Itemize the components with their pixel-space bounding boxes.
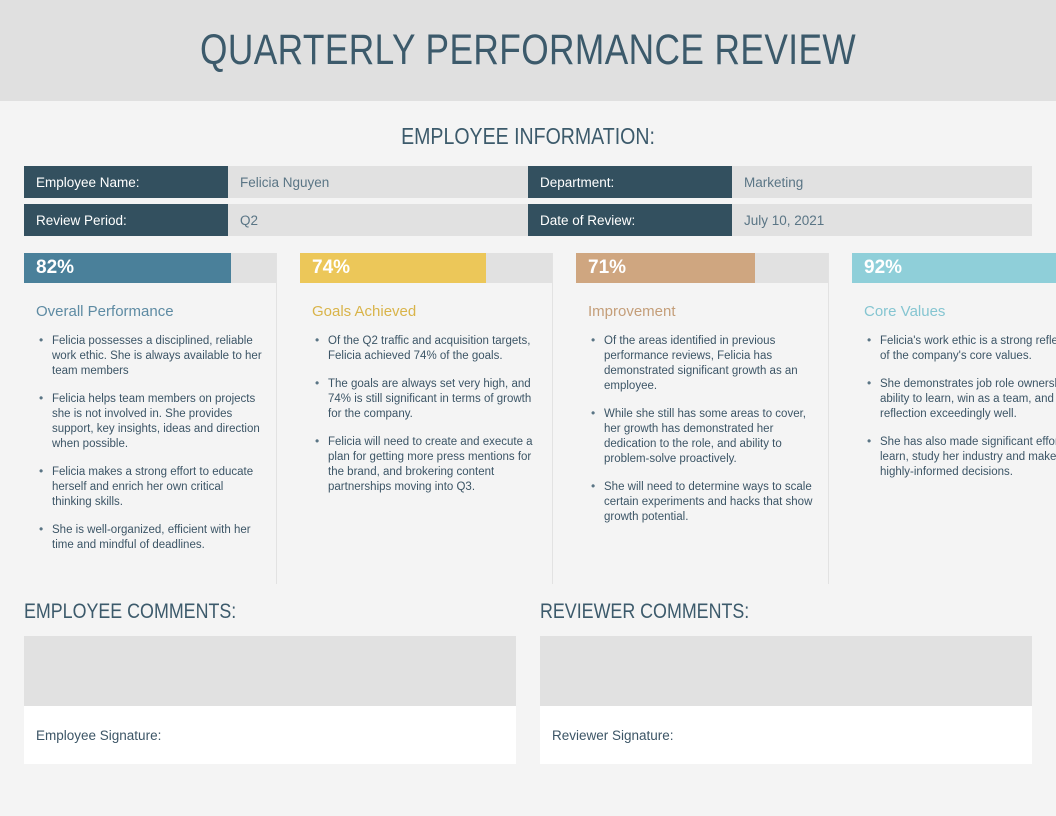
metric-overall-performance: 82% Overall Performance Felicia possesse…	[24, 253, 276, 584]
progress-track-improvement: 71%	[576, 253, 828, 283]
metric-bullets-overall-performance: Felicia possesses a disciplined, reliabl…	[24, 333, 262, 553]
progress-value-overall-performance: 82%	[36, 257, 75, 278]
table-row: Review Period: Q2 Date of Review: July 1…	[24, 204, 1032, 236]
progress-track-core-values: 92%	[852, 253, 1056, 283]
reviewer-comments-heading: REVIEWER COMMENTS:	[540, 600, 750, 623]
reviewer-signature-label: Reviewer Signature:	[552, 727, 674, 743]
list-item: Felicia makes a strong effort to educate…	[39, 464, 262, 510]
metric-bullets-core-values: Felicia's work ethic is a strong reflect…	[852, 333, 1056, 480]
list-item: Felicia will need to create and execute …	[315, 434, 538, 495]
metric-label-goals-achieved: Goals Achieved	[312, 303, 417, 320]
employee-signature-field[interactable]: Employee Signature:	[24, 706, 516, 764]
progress-fill-overall-performance: 82%	[24, 253, 231, 283]
page-title: QUARTERLY PERFORMANCE REVIEW	[199, 26, 857, 74]
list-item: She will need to determine ways to scale…	[591, 479, 814, 525]
label-department: Department:	[528, 166, 732, 198]
progress-value-core-values: 92%	[864, 257, 903, 278]
value-employee-name[interactable]: Felicia Nguyen	[228, 166, 528, 198]
list-item: The goals are always set very high, and …	[315, 376, 538, 422]
list-item: Of the areas identified in previous perf…	[591, 333, 814, 394]
document-header: QUARTERLY PERFORMANCE REVIEW	[0, 0, 1056, 101]
employee-comments-input[interactable]	[24, 636, 516, 706]
value-date-of-review[interactable]: July 10, 2021	[732, 204, 1032, 236]
list-item: Felicia helps team members on projects s…	[39, 391, 262, 452]
progress-track-goals-achieved: 74%	[300, 253, 552, 283]
metric-core-values: 92% Core Values Felicia's work ethic is …	[828, 253, 1056, 584]
progress-fill-improvement: 71%	[576, 253, 755, 283]
employee-information-table: Employee Name: Felicia Nguyen Department…	[24, 166, 1032, 236]
metric-label-overall-performance: Overall Performance	[36, 303, 174, 320]
employee-information-heading: EMPLOYEE INFORMATION:	[401, 123, 655, 149]
label-employee-name: Employee Name:	[24, 166, 228, 198]
list-item: Felicia possesses a disciplined, reliabl…	[39, 333, 262, 379]
progress-fill-core-values: 92%	[852, 253, 1056, 283]
performance-metrics: 82% Overall Performance Felicia possesse…	[24, 253, 1056, 584]
label-review-period: Review Period:	[24, 204, 228, 236]
reviewer-signature-field[interactable]: Reviewer Signature:	[540, 706, 1032, 764]
employee-signature-label: Employee Signature:	[36, 727, 162, 743]
metric-goals-achieved: 74% Goals Achieved Of the Q2 traffic and…	[276, 253, 552, 584]
metric-label-core-values: Core Values	[864, 303, 946, 320]
metric-improvement: 71% Improvement Of the areas identified …	[552, 253, 828, 584]
employee-comments-heading: EMPLOYEE COMMENTS:	[24, 600, 237, 623]
list-item: Felicia's work ethic is a strong reflect…	[867, 333, 1056, 364]
list-item: She has also made significant effort to …	[867, 434, 1056, 480]
metric-bullets-goals-achieved: Of the Q2 traffic and acquisition target…	[300, 333, 538, 495]
list-item: Of the Q2 traffic and acquisition target…	[315, 333, 538, 364]
label-date-of-review: Date of Review:	[528, 204, 732, 236]
progress-track-overall-performance: 82%	[24, 253, 276, 283]
value-review-period[interactable]: Q2	[228, 204, 528, 236]
table-row: Employee Name: Felicia Nguyen Department…	[24, 166, 1032, 198]
progress-value-goals-achieved: 74%	[312, 257, 351, 278]
value-department[interactable]: Marketing	[732, 166, 1032, 198]
list-item: She is well-organized, efficient with he…	[39, 522, 262, 553]
info-pair-department: Department: Marketing	[528, 166, 1032, 198]
progress-fill-goals-achieved: 74%	[300, 253, 487, 283]
employee-comments-block: EMPLOYEE COMMENTS: Employee Signature:	[24, 600, 516, 764]
list-item: She demonstrates job role ownership, abi…	[867, 376, 1056, 422]
reviewer-comments-block: REVIEWER COMMENTS: Reviewer Signature:	[540, 600, 1032, 764]
metric-label-improvement: Improvement	[588, 303, 676, 320]
metric-bullets-improvement: Of the areas identified in previous perf…	[576, 333, 814, 525]
list-item: While she still has some areas to cover,…	[591, 406, 814, 467]
comments-section: EMPLOYEE COMMENTS: Employee Signature: R…	[24, 600, 1032, 764]
info-pair-employee-name: Employee Name: Felicia Nguyen	[24, 166, 528, 198]
info-pair-date-of-review: Date of Review: July 10, 2021	[528, 204, 1032, 236]
info-pair-review-period: Review Period: Q2	[24, 204, 528, 236]
reviewer-comments-input[interactable]	[540, 636, 1032, 706]
progress-value-improvement: 71%	[588, 257, 627, 278]
